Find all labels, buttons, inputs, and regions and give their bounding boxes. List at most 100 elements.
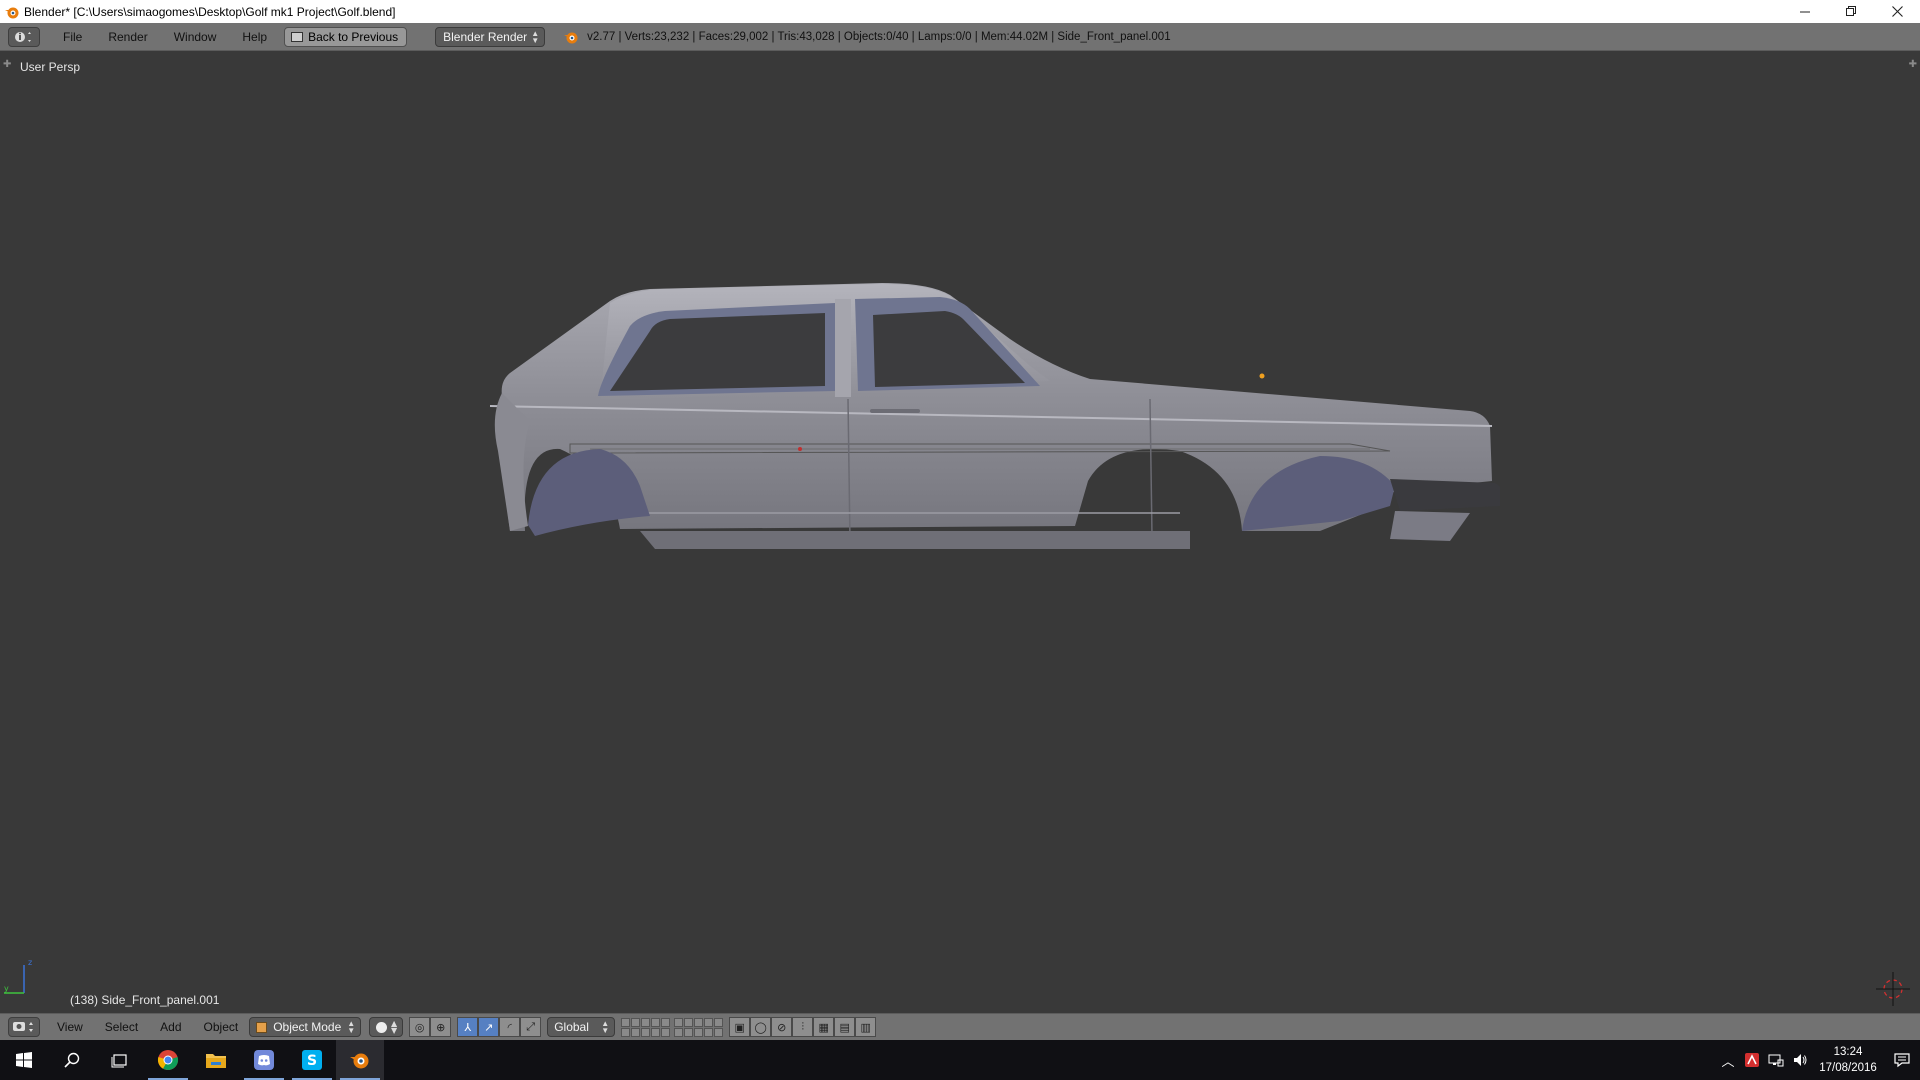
- discord-icon: [254, 1050, 274, 1070]
- snap-toggle-button[interactable]: ⊘: [771, 1017, 793, 1037]
- back-to-previous-label: Back to Previous: [308, 29, 399, 44]
- proportional-edit-button[interactable]: ◯: [750, 1017, 772, 1037]
- menu-add[interactable]: Add: [149, 1020, 192, 1034]
- scene-stats: v2.77 | Verts:23,232 | Faces:29,002 | Tr…: [587, 30, 1171, 43]
- interaction-mode-select[interactable]: Object Mode ▲ ▼: [249, 1017, 362, 1037]
- car-body-model[interactable]: [490, 281, 1500, 651]
- menu-help[interactable]: Help: [229, 30, 280, 44]
- updown-arrows-icon: ▲ ▼: [601, 1019, 610, 1035]
- start-button[interactable]: [0, 1040, 48, 1080]
- svg-text:y: y: [4, 984, 9, 993]
- chrome-icon: [157, 1050, 179, 1070]
- system-tray: ︿ 13:24 17/08/2016: [1716, 1040, 1920, 1080]
- clapper-icon: ▥: [860, 1020, 871, 1034]
- opengl-render-button[interactable]: ▦: [813, 1017, 835, 1037]
- lock-icon: ▣: [734, 1020, 745, 1034]
- pivot-icon: ◎: [414, 1020, 425, 1034]
- antivirus-icon: [1745, 1053, 1759, 1067]
- tray-volume[interactable]: [1788, 1040, 1812, 1080]
- layer-block-left[interactable]: [621, 1017, 671, 1037]
- render-engine-value: Blender Render: [443, 29, 528, 44]
- volume-icon: [1794, 1054, 1807, 1066]
- updown-arrows-icon: ▲ ▼: [347, 1019, 356, 1035]
- taskbar-discord[interactable]: [240, 1040, 288, 1080]
- menu-render[interactable]: Render: [95, 30, 160, 44]
- film-icon: ▤: [839, 1020, 850, 1034]
- network-icon: [1768, 1054, 1784, 1067]
- show-hidden-icons-button[interactable]: ︿: [1716, 1040, 1740, 1080]
- render-engine-select[interactable]: Blender Render ▲ ▼: [435, 26, 546, 47]
- window-title: Blender* [C:\Users\simaogomes\Desktop\Go…: [24, 4, 396, 19]
- menu-file[interactable]: File: [50, 30, 95, 44]
- view-perspective-label: User Persp: [20, 60, 81, 74]
- render-view-button[interactable]: ▥: [855, 1017, 877, 1037]
- taskbar-blender[interactable]: [336, 1040, 384, 1080]
- window-title-bar: Blender* [C:\Users\simaogomes\Desktop\Go…: [0, 0, 1920, 23]
- chevron-up-icon: ︿: [1721, 1054, 1735, 1070]
- scale-manipulator-button[interactable]: ⤢: [520, 1017, 542, 1037]
- editor-type-selector[interactable]: [8, 26, 40, 47]
- scene-layers[interactable]: [621, 1017, 724, 1037]
- 3d-view-editor-selector[interactable]: [8, 1017, 40, 1037]
- menu-window[interactable]: Window: [161, 30, 230, 44]
- blender-logo-icon: [564, 32, 578, 43]
- skype-icon: S: [302, 1050, 322, 1070]
- blender-icon: [350, 1053, 369, 1069]
- notification-icon: [1894, 1053, 1910, 1068]
- taskbar-skype[interactable]: S: [288, 1040, 336, 1080]
- clock-date: 17/08/2016: [1819, 1062, 1877, 1074]
- object-mode-icon: [256, 1021, 268, 1033]
- menu-select[interactable]: Select: [94, 1020, 149, 1034]
- task-view-icon: [111, 1054, 127, 1068]
- taskbar-chrome[interactable]: [144, 1040, 192, 1080]
- rotate-arc-icon: ◜: [507, 1020, 512, 1034]
- tray-network[interactable]: [1764, 1040, 1788, 1080]
- translate-manipulator-button[interactable]: ↗: [478, 1017, 500, 1037]
- viewport-shading-select[interactable]: ▲ ▼: [369, 1017, 404, 1037]
- interaction-mode-value: Object Mode: [273, 1020, 342, 1034]
- manipulator-toggle-button[interactable]: ⊕: [430, 1017, 452, 1037]
- 3d-cursor-icon: [1876, 972, 1910, 1006]
- minimize-button[interactable]: [1782, 0, 1828, 23]
- minimize-icon: [1799, 11, 1810, 13]
- taskbar-file-explorer[interactable]: [192, 1040, 240, 1080]
- action-center-button[interactable]: [1884, 1040, 1920, 1080]
- updown-arrows-icon: ▲ ▼: [391, 1019, 398, 1035]
- close-icon: [1891, 6, 1903, 17]
- transform-manipulator-button[interactable]: ⅄: [457, 1017, 479, 1037]
- camera-icon: ▦: [818, 1020, 829, 1034]
- search-button[interactable]: [48, 1040, 96, 1080]
- 3d-view-icon: [13, 1022, 33, 1032]
- snap-element-button[interactable]: ⫶: [792, 1017, 814, 1037]
- back-to-previous-button[interactable]: Back to Previous: [284, 26, 408, 47]
- transform-orientation-select[interactable]: Global ▲ ▼: [547, 1017, 616, 1037]
- active-object-label: (138) Side_Front_panel.001: [70, 993, 220, 1007]
- rotate-manipulator-button[interactable]: ◜: [499, 1017, 521, 1037]
- region-toggle-right-icon[interactable]: ✚: [1909, 59, 1917, 70]
- restore-button[interactable]: [1828, 0, 1874, 23]
- magnet-icon: ⊘: [777, 1020, 787, 1034]
- taskbar-clock[interactable]: 13:24 17/08/2016: [1812, 1044, 1884, 1076]
- layer-lock-button[interactable]: ▣: [729, 1017, 751, 1037]
- windows-taskbar: S ︿ 13:24 17/08/2016: [0, 1040, 1920, 1080]
- layer-block-right[interactable]: [674, 1017, 724, 1037]
- 3d-view-header: View Select Add Object Object Mode ▲ ▼ ▲ ▼…: [0, 1013, 1920, 1040]
- pivot-point-button[interactable]: ◎: [409, 1017, 431, 1037]
- updown-arrows-icon: ▲ ▼: [531, 28, 540, 45]
- 3d-viewport[interactable]: ✚ ✚ User Persp z y (138) Side_Front_pane…: [0, 51, 1920, 1013]
- close-button[interactable]: [1874, 0, 1920, 23]
- file-explorer-icon: [206, 1054, 226, 1068]
- region-toggle-left-icon[interactable]: ✚: [3, 59, 11, 70]
- axis-gizmo: z y: [4, 958, 32, 994]
- opengl-animation-button[interactable]: ▤: [834, 1017, 856, 1037]
- search-icon: [64, 1052, 80, 1068]
- tray-antivirus[interactable]: [1740, 1040, 1764, 1080]
- menu-object[interactable]: Object: [193, 1020, 250, 1034]
- menu-view[interactable]: View: [46, 1020, 94, 1034]
- start-icon: [16, 1052, 32, 1068]
- task-view-button[interactable]: [96, 1040, 144, 1080]
- transform-orientation-value: Global: [554, 1020, 589, 1034]
- restore-icon: [1845, 6, 1856, 16]
- info-icon: [15, 31, 31, 42]
- axes-icon: ⅄: [464, 1020, 472, 1034]
